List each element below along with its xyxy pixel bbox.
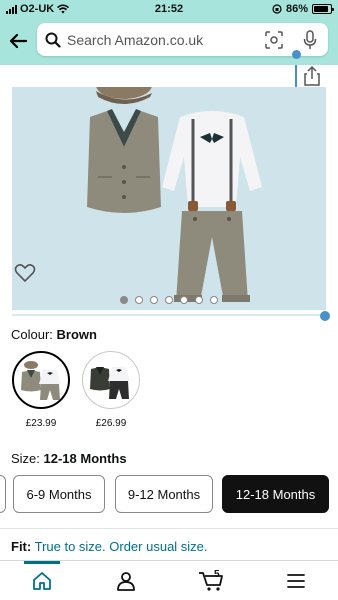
- page-dot[interactable]: [120, 296, 128, 304]
- camera-scan-icon[interactable]: [265, 31, 283, 49]
- outfit-illustration: [87, 71, 262, 302]
- selection-line: [295, 65, 297, 89]
- size-selected: 12-18 Months: [43, 451, 127, 466]
- page-dot[interactable]: [150, 296, 158, 304]
- home-icon: [33, 572, 51, 590]
- size-option-9-12[interactable]: 9-12 Months: [115, 475, 213, 513]
- cart-count: 5: [214, 569, 220, 580]
- battery-icon: [312, 4, 334, 14]
- account-icon: [117, 572, 135, 591]
- page-dot[interactable]: [180, 296, 188, 304]
- header: [0, 18, 338, 65]
- selection-handle: [292, 50, 301, 59]
- colour-price: £23.99: [25, 418, 57, 429]
- colour-label-text: Colour:: [11, 327, 57, 342]
- colour-swatch-dark[interactable]: [82, 351, 140, 409]
- menu-icon: [287, 574, 305, 588]
- colour-swatch-brown[interactable]: [12, 351, 70, 409]
- page-dot[interactable]: [210, 296, 218, 304]
- size-option-12-18[interactable]: 12-18 Months: [222, 475, 329, 513]
- selection-bottom-line: [12, 314, 322, 316]
- colour-label: Colour: Brown: [11, 327, 97, 342]
- nav-account[interactable]: [84, 561, 168, 600]
- search-box[interactable]: [37, 23, 328, 56]
- back-arrow-icon[interactable]: [8, 31, 28, 51]
- colour-selected: Brown: [56, 327, 97, 342]
- orientation-lock-icon: [272, 4, 282, 14]
- page-dot[interactable]: [195, 296, 203, 304]
- battery-percent: 86%: [285, 3, 308, 15]
- bottom-nav: 5: [0, 560, 338, 600]
- fit-info: Fit: True to size. Order usual size.: [11, 539, 208, 554]
- fit-label: Fit:: [11, 539, 32, 554]
- fit-link[interactable]: True to size. Order usual size.: [35, 539, 208, 554]
- cart-icon: [199, 572, 223, 591]
- search-icon: [45, 32, 61, 48]
- product-gallery[interactable]: [0, 65, 338, 321]
- size-option-6-9[interactable]: 6-9 Months: [13, 475, 105, 513]
- swatch-image: [21, 361, 61, 400]
- nav-menu[interactable]: [254, 561, 338, 600]
- page-dot[interactable]: [165, 296, 173, 304]
- nav-home[interactable]: [0, 561, 84, 600]
- microphone-icon[interactable]: [303, 30, 317, 50]
- heart-icon[interactable]: [14, 263, 36, 283]
- section-divider: [0, 528, 338, 529]
- product-image[interactable]: [12, 71, 326, 310]
- image-pagination[interactable]: [0, 296, 338, 304]
- page-dot[interactable]: [135, 296, 143, 304]
- size-option-partial[interactable]: [0, 475, 6, 513]
- selection-handle: [320, 311, 330, 321]
- colour-price: £26.99: [95, 418, 127, 429]
- status-right: 86%: [272, 3, 334, 15]
- size-label: Size: 12-18 Months: [11, 451, 127, 466]
- swatch-image: [90, 367, 130, 399]
- nav-cart[interactable]: 5: [169, 561, 253, 600]
- size-label-text: Size:: [11, 451, 44, 466]
- status-bar: O2-UK 21:52 86%: [0, 0, 338, 18]
- search-input[interactable]: [67, 31, 257, 49]
- share-icon[interactable]: [301, 65, 323, 87]
